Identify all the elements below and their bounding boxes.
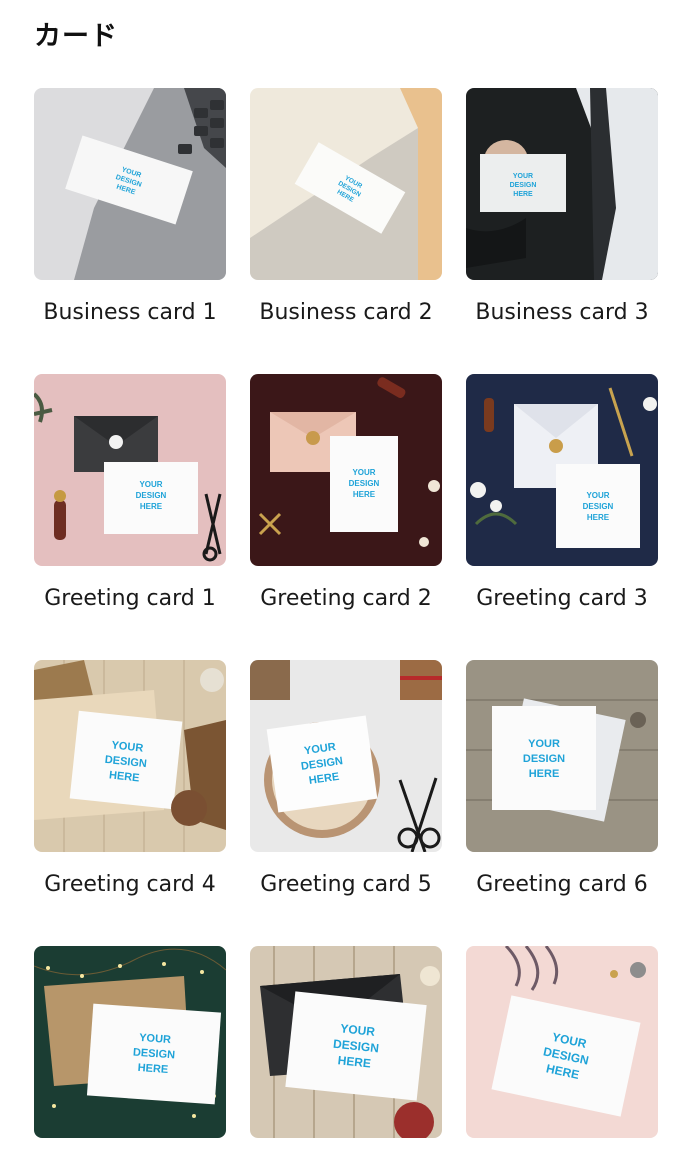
template-thumbnail[interactable]: YOUR DESIGN HERE (466, 660, 658, 852)
template-thumbnail[interactable]: YOUR DESIGN HERE (466, 88, 658, 280)
template-business-card-2[interactable]: YOUR DESIGN HERE Business card 2 (250, 88, 442, 325)
svg-text:HERE: HERE (587, 513, 610, 522)
template-thumbnail[interactable]: YOUR DESIGN HERE (250, 946, 442, 1138)
template-greeting-card-2[interactable]: YOUR DESIGN HERE Greeting card 2 (250, 374, 442, 611)
svg-text:YOUR: YOUR (513, 173, 533, 180)
template-greeting-card-5[interactable]: YOUR DESIGN HERE Greeting card 5 (250, 660, 442, 897)
template-thumbnail[interactable]: YOUR DESIGN HERE (466, 374, 658, 566)
svg-text:HERE: HERE (529, 768, 560, 780)
template-label: Greeting card 5 (260, 872, 432, 897)
template-label: Greeting card 2 (260, 586, 432, 611)
template-thumbnail[interactable]: YOUR DESIGN HERE (34, 374, 226, 566)
section-title: カード (34, 21, 118, 52)
template-business-card-3[interactable]: YOUR DESIGN HERE Business card 3 (466, 88, 658, 325)
template-greeting-card-6[interactable]: YOUR DESIGN HERE Greeting card 6 (466, 660, 658, 897)
template-thumbnail[interactable]: YOUR DESIGN HERE (250, 374, 442, 566)
svg-text:YOUR: YOUR (352, 468, 375, 477)
template-thumbnail[interactable]: YOUR DESIGN HERE (34, 946, 226, 1138)
template-greeting-card-7[interactable]: YOUR DESIGN HERE (34, 946, 226, 1138)
template-label: Greeting card 6 (476, 872, 648, 897)
svg-text:DESIGN: DESIGN (136, 491, 167, 500)
template-greeting-card-4[interactable]: YOUR DESIGN HERE Greeting card 4 (34, 660, 226, 897)
template-greeting-card-1[interactable]: YOUR DESIGN HERE Greeting card 1 (34, 374, 226, 611)
svg-text:DESIGN: DESIGN (349, 479, 380, 488)
template-label: Greeting card 1 (44, 586, 216, 611)
svg-text:DESIGN: DESIGN (523, 753, 565, 765)
svg-text:YOUR: YOUR (586, 491, 609, 500)
svg-text:DESIGN: DESIGN (583, 502, 614, 511)
svg-text:DESIGN: DESIGN (510, 182, 537, 189)
template-label: Greeting card 3 (476, 586, 648, 611)
template-greeting-card-3[interactable]: YOUR DESIGN HERE Greeting card 3 (466, 374, 658, 611)
svg-text:YOUR: YOUR (139, 1032, 172, 1046)
template-thumbnail[interactable]: YOUR DESIGN HERE (250, 660, 442, 852)
template-greeting-card-8[interactable]: YOUR DESIGN HERE (250, 946, 442, 1138)
template-thumbnail[interactable]: YOUR DESIGN HERE (34, 88, 226, 280)
template-thumbnail[interactable]: YOUR DESIGN HERE (250, 88, 442, 280)
card-template-grid: YOUR DESIGN HERE Business card 1 YOUR DE… (34, 88, 658, 1138)
template-label: Business card 1 (43, 300, 217, 325)
template-label: Greeting card 4 (44, 872, 216, 897)
svg-text:HERE: HERE (140, 502, 163, 511)
svg-text:YOUR: YOUR (139, 480, 162, 489)
svg-text:HERE: HERE (513, 191, 533, 198)
template-business-card-1[interactable]: YOUR DESIGN HERE Business card 1 (34, 88, 226, 325)
svg-text:HERE: HERE (353, 490, 376, 499)
template-thumbnail[interactable]: YOUR DESIGN HERE (34, 660, 226, 852)
template-label: Business card 2 (259, 300, 433, 325)
template-label: Business card 3 (475, 300, 649, 325)
svg-text:YOUR: YOUR (528, 738, 560, 750)
svg-text:HERE: HERE (137, 1062, 168, 1076)
template-greeting-card-9[interactable]: YOUR DESIGN HERE (466, 946, 658, 1138)
template-thumbnail[interactable]: YOUR DESIGN HERE (466, 946, 658, 1138)
